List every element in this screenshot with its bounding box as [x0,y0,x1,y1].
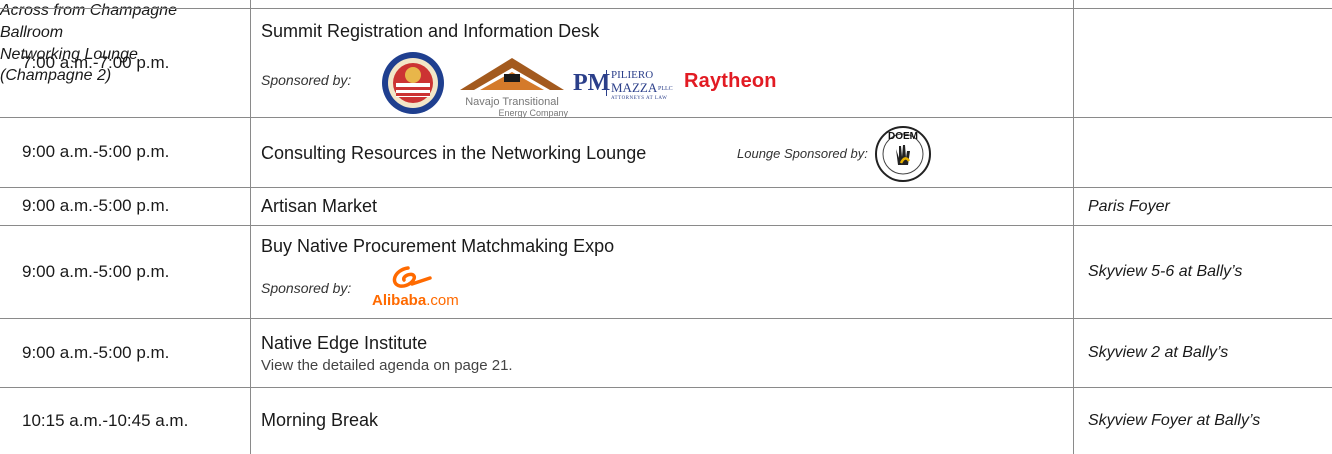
sponsor-label: Sponsored by: [261,280,352,296]
sponsor-label: Sponsored by: [261,72,352,88]
doem-logo: DOEM [875,126,931,182]
alibaba-logo: Alibaba.com [372,266,459,312]
row-time: 7:00 a.m.-7:00 p.m. [22,52,170,72]
row-location: Skyview 5-6 at Bally’s [1088,263,1243,280]
row-location: Paris Foyer [1088,197,1170,215]
column-divider [250,0,251,454]
navajo-logo: Navajo Transitional Energy Company [456,56,568,118]
row-time: 9:00 a.m.-5:00 p.m. [22,196,170,215]
raytheon-logo: Raytheon [684,70,777,92]
agenda-table: 7:00 a.m.-7:00 p.m. Summit Registration … [0,0,1332,454]
row-location: Skyview Foyer at Bally’s [1088,412,1261,429]
seal-logo [382,52,444,114]
piliero-mazza-logo: PM PILIERO MAZZA PLLC ATTORNEYS AT LAW [573,69,673,101]
row-time: 9:00 a.m.-5:00 p.m. [22,261,170,281]
session-title: Artisan Market [261,195,378,216]
session-title: Summit Registration and Information Desk [261,20,600,41]
session-title: Morning Break [261,410,379,430]
row-time: 9:00 a.m.-5:00 p.m. [22,342,170,362]
row-location: Skyview 2 at Bally’s [1088,344,1229,361]
mountain-icon [460,58,564,90]
row-time: 9:00 a.m.-5:00 p.m. [22,142,170,161]
row-time: 10:15 a.m.-10:45 a.m. [22,410,189,430]
alibaba-mark-icon [392,266,432,288]
doem-text: DOEM [888,131,918,142]
sponsor-label: Lounge Sponsored by: [737,145,868,161]
session-title: Consulting Resources in the Networking L… [261,142,647,163]
session-title: Buy Native Procurement Matchmaking Expo [261,235,615,256]
session-note: View the detailed agenda on page 21. [261,356,513,374]
session-title: Native Edge Institute [261,332,428,353]
column-divider [1073,0,1074,454]
